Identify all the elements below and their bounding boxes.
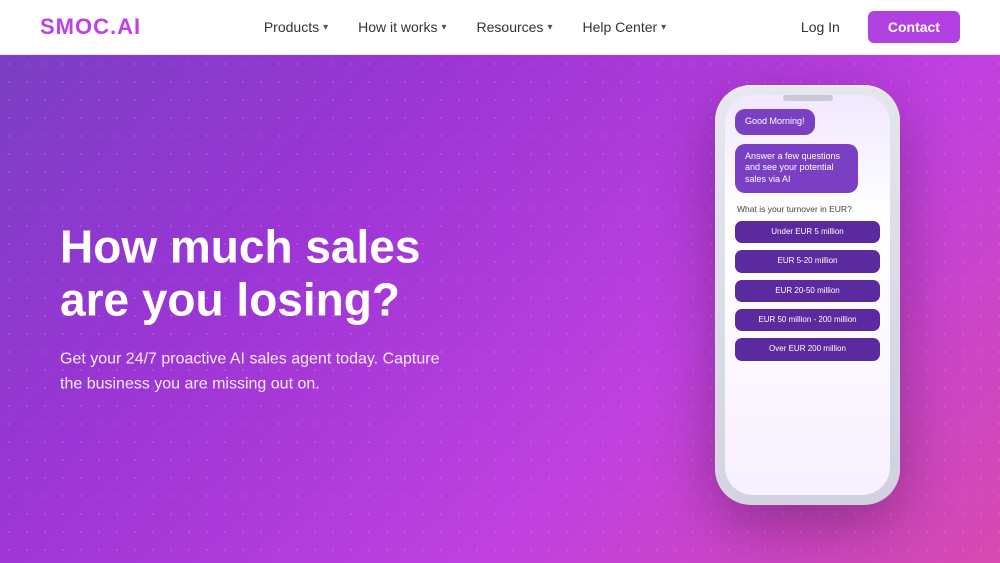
chevron-down-icon: ▾ bbox=[547, 22, 552, 33]
nav-help-center[interactable]: Help Center ▾ bbox=[582, 19, 666, 35]
nav-help-center-label: Help Center bbox=[582, 19, 657, 35]
nav-links: Products ▾ How it works ▾ Resources ▾ He… bbox=[264, 19, 666, 35]
nav-how-it-works[interactable]: How it works ▾ bbox=[358, 19, 446, 35]
phone-inner: Good Morning! Answer a few questions and… bbox=[725, 95, 890, 495]
nav-how-it-works-label: How it works bbox=[358, 19, 437, 35]
chat-question: What is your turnover in EUR? bbox=[735, 204, 880, 214]
contact-button[interactable]: Contact bbox=[868, 11, 960, 43]
phone-outer: Good Morning! Answer a few questions and… bbox=[715, 85, 900, 505]
option-2[interactable]: EUR 5-20 million bbox=[735, 250, 880, 272]
hero-title: How much sales are you losing? bbox=[60, 221, 500, 327]
chevron-down-icon: ▾ bbox=[661, 22, 666, 33]
option-5[interactable]: Over EUR 200 million bbox=[735, 338, 880, 360]
nav-products[interactable]: Products ▾ bbox=[264, 19, 328, 35]
phone-mockup: Good Morning! Answer a few questions and… bbox=[715, 85, 900, 505]
option-4[interactable]: EUR 50 million - 200 million bbox=[735, 309, 880, 331]
chat-greeting: Good Morning! bbox=[735, 109, 815, 135]
nav-resources[interactable]: Resources ▾ bbox=[477, 19, 553, 35]
logo-text: SMOC.AI bbox=[40, 14, 141, 39]
nav-actions: Log In Contact bbox=[789, 11, 960, 43]
option-3[interactable]: EUR 20-50 million bbox=[735, 280, 880, 302]
navbar: SMOC.AI Products ▾ How it works ▾ Resour… bbox=[0, 0, 1000, 55]
hero-subtitle: Get your 24/7 proactive AI sales agent t… bbox=[60, 346, 440, 397]
phone-notch bbox=[783, 95, 833, 101]
chevron-down-icon: ▾ bbox=[441, 22, 446, 33]
login-button[interactable]: Log In bbox=[789, 13, 852, 41]
hero-content: How much sales are you losing? Get your … bbox=[60, 221, 500, 398]
logo[interactable]: SMOC.AI bbox=[40, 14, 141, 40]
option-1[interactable]: Under EUR 5 million bbox=[735, 221, 880, 243]
nav-resources-label: Resources bbox=[477, 19, 544, 35]
chat-intro: Answer a few questions and see your pote… bbox=[735, 144, 858, 193]
chevron-down-icon: ▾ bbox=[323, 22, 328, 33]
hero-section: How much sales are you losing? Get your … bbox=[0, 55, 1000, 563]
nav-products-label: Products bbox=[264, 19, 319, 35]
